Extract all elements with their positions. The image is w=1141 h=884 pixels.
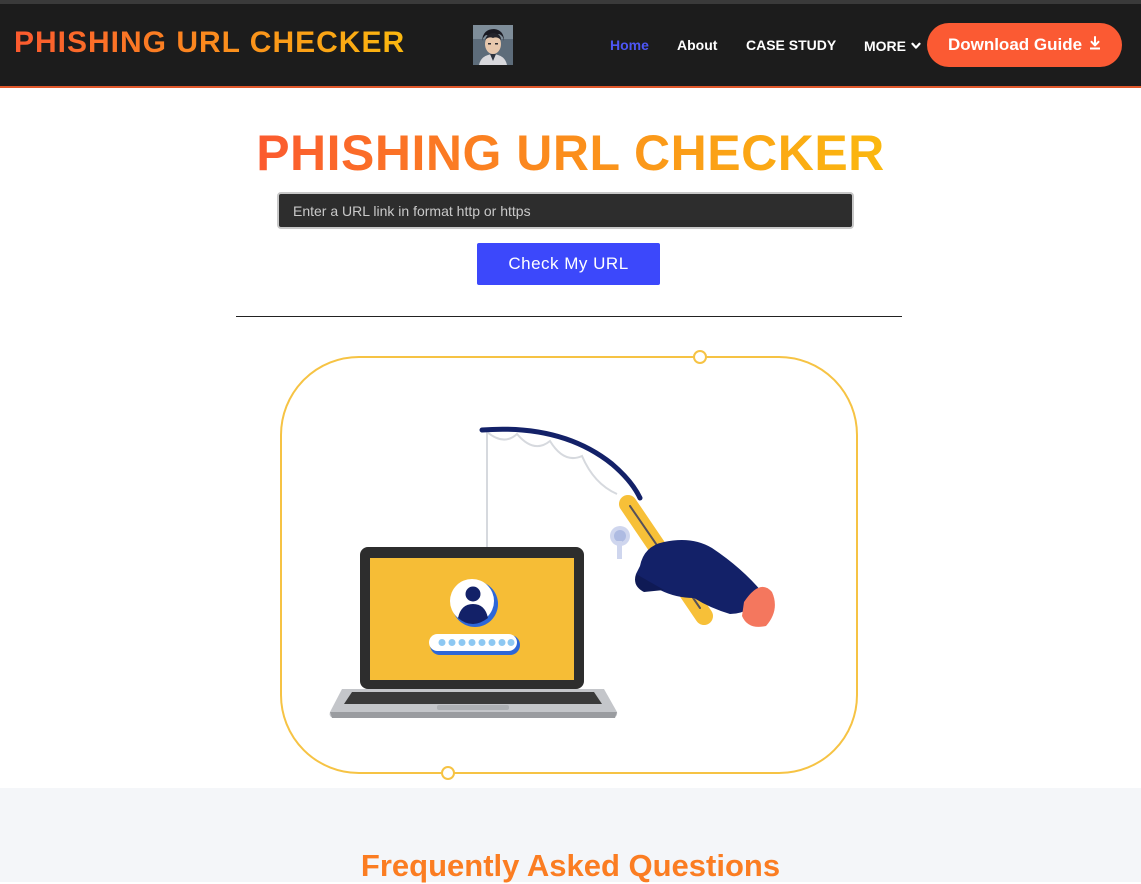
- nav-about-link[interactable]: About: [677, 37, 717, 53]
- page-title-text: PHISHING URL CHECKER: [256, 125, 885, 181]
- download-guide-button[interactable]: Download Guide: [927, 23, 1122, 67]
- navbar: PHISHING URL CHECKER Home About CASE STU…: [0, 4, 1141, 88]
- section-divider: [236, 316, 902, 317]
- chevron-down-icon: [911, 37, 921, 53]
- user-avatar[interactable]: [473, 25, 513, 65]
- nav-more-label: MORE: [864, 38, 906, 54]
- nav-more-dropdown[interactable]: MORE: [864, 37, 921, 54]
- faq-title: Frequently Asked Questions: [360, 848, 781, 883]
- nav-home-link[interactable]: Home: [610, 37, 649, 53]
- nav-case-study-link[interactable]: CASE STUDY: [746, 37, 836, 53]
- download-icon: [1089, 35, 1101, 55]
- url-input[interactable]: [277, 192, 854, 229]
- faq-section: Frequently Asked Questions: [0, 788, 1141, 883]
- avatar-image-icon: [473, 25, 513, 65]
- check-url-button[interactable]: Check My URL: [477, 243, 660, 285]
- phishing-illustration: [272, 346, 868, 784]
- phishing-laptop-illustration-icon: [280, 350, 858, 780]
- brand-logo-text[interactable]: PHISHING URL CHECKER: [14, 26, 405, 60]
- page-title: PHISHING URL CHECKER: [0, 124, 1141, 182]
- download-guide-label: Download Guide: [947, 35, 1083, 54]
